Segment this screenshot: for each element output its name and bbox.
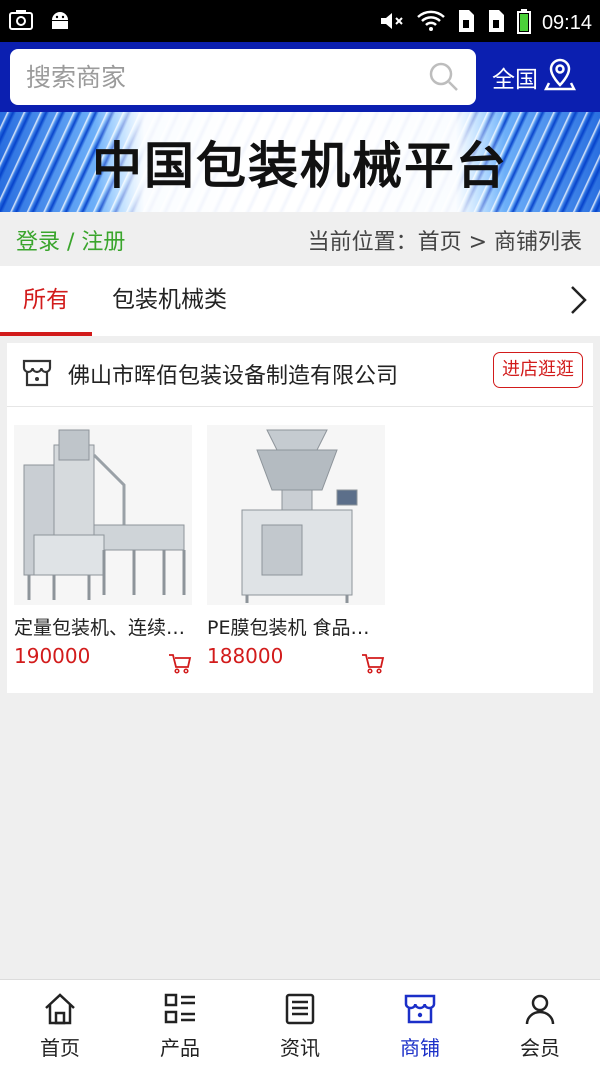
tab-all[interactable]: 所有 (0, 266, 92, 336)
product-list-icon (163, 992, 197, 1030)
shop-icon (403, 992, 437, 1030)
product-image[interactable] (14, 425, 192, 605)
product-name[interactable]: PE膜包装机 食品包装机 (207, 613, 379, 640)
search-icon[interactable] (428, 61, 460, 97)
sim1-icon (456, 8, 476, 38)
nav-member-label: 会员 (520, 1036, 560, 1060)
region-selector[interactable]: 全国 (492, 54, 577, 100)
product-card[interactable]: PE膜包装机 食品包装机 188000 (207, 425, 385, 674)
wifi-icon (416, 9, 446, 37)
bottom-nav: 首页 产品 资讯 商铺 会员 (0, 979, 600, 1067)
nav-products[interactable]: 产品 (120, 980, 240, 1067)
category-tabs: 所有 包装机械类 (0, 266, 600, 336)
nav-news[interactable]: 资讯 (240, 980, 360, 1067)
nav-news-label: 资讯 (280, 1036, 320, 1060)
tab-packaging-machinery[interactable]: 包装机械类 (112, 266, 227, 336)
nav-home-label: 首页 (40, 1036, 80, 1060)
auth-links: 登录 / 注册 (16, 224, 125, 256)
screenshot-icon (8, 8, 34, 36)
product-price: 190000 (14, 644, 91, 668)
nav-member[interactable]: 会员 (480, 980, 600, 1067)
login-link[interactable]: 登录 (16, 230, 60, 255)
region-label: 全国 (492, 67, 538, 93)
shop-card: 佛山市晖佰包装设备制造有限公司 进店逛逛 定量包装机、连续包装机 190000 (7, 343, 593, 693)
product-image[interactable] (207, 425, 385, 605)
android-icon (48, 8, 72, 36)
news-icon (283, 992, 317, 1030)
info-bar: 登录 / 注册 当前位置：首页 > 商铺列表 (0, 212, 600, 266)
nav-shops[interactable]: 商铺 (360, 980, 480, 1067)
nav-products-label: 产品 (160, 1036, 200, 1060)
clock: 09:14 (541, 11, 592, 34)
search-box[interactable] (10, 49, 476, 105)
shop-name[interactable]: 佛山市晖佰包装设备制造有限公司 (68, 358, 398, 390)
battery-icon (516, 8, 532, 38)
header: 全国 (0, 42, 600, 112)
nav-home[interactable]: 首页 (0, 980, 120, 1067)
chevron-right-icon[interactable] (568, 284, 588, 320)
cart-icon[interactable] (168, 653, 192, 679)
breadcrumb: 当前位置：首页 > 商铺列表 (307, 230, 582, 255)
register-link[interactable]: 注册 (81, 230, 125, 255)
location-icon (543, 57, 577, 97)
mute-icon (378, 9, 406, 37)
nav-shops-label: 商铺 (400, 1036, 440, 1060)
status-bar: 09:14 (0, 0, 600, 42)
cart-icon[interactable] (361, 653, 385, 679)
product-price: 188000 (207, 644, 284, 668)
banner-title: 中国包装机械平台 (92, 137, 508, 195)
store-icon (21, 357, 53, 393)
visit-shop-button[interactable]: 进店逛逛 (493, 352, 583, 388)
product-name[interactable]: 定量包装机、连续包装机 (14, 613, 186, 640)
auth-separator: / (60, 230, 82, 255)
product-card[interactable]: 定量包装机、连续包装机 190000 (14, 425, 192, 674)
banner[interactable]: 中国包装机械平台 (0, 112, 600, 212)
shop-header: 佛山市晖佰包装设备制造有限公司 进店逛逛 (7, 343, 593, 407)
sim2-icon (486, 8, 506, 38)
search-input[interactable] (26, 49, 416, 105)
member-icon (523, 992, 557, 1030)
home-icon (43, 992, 77, 1030)
